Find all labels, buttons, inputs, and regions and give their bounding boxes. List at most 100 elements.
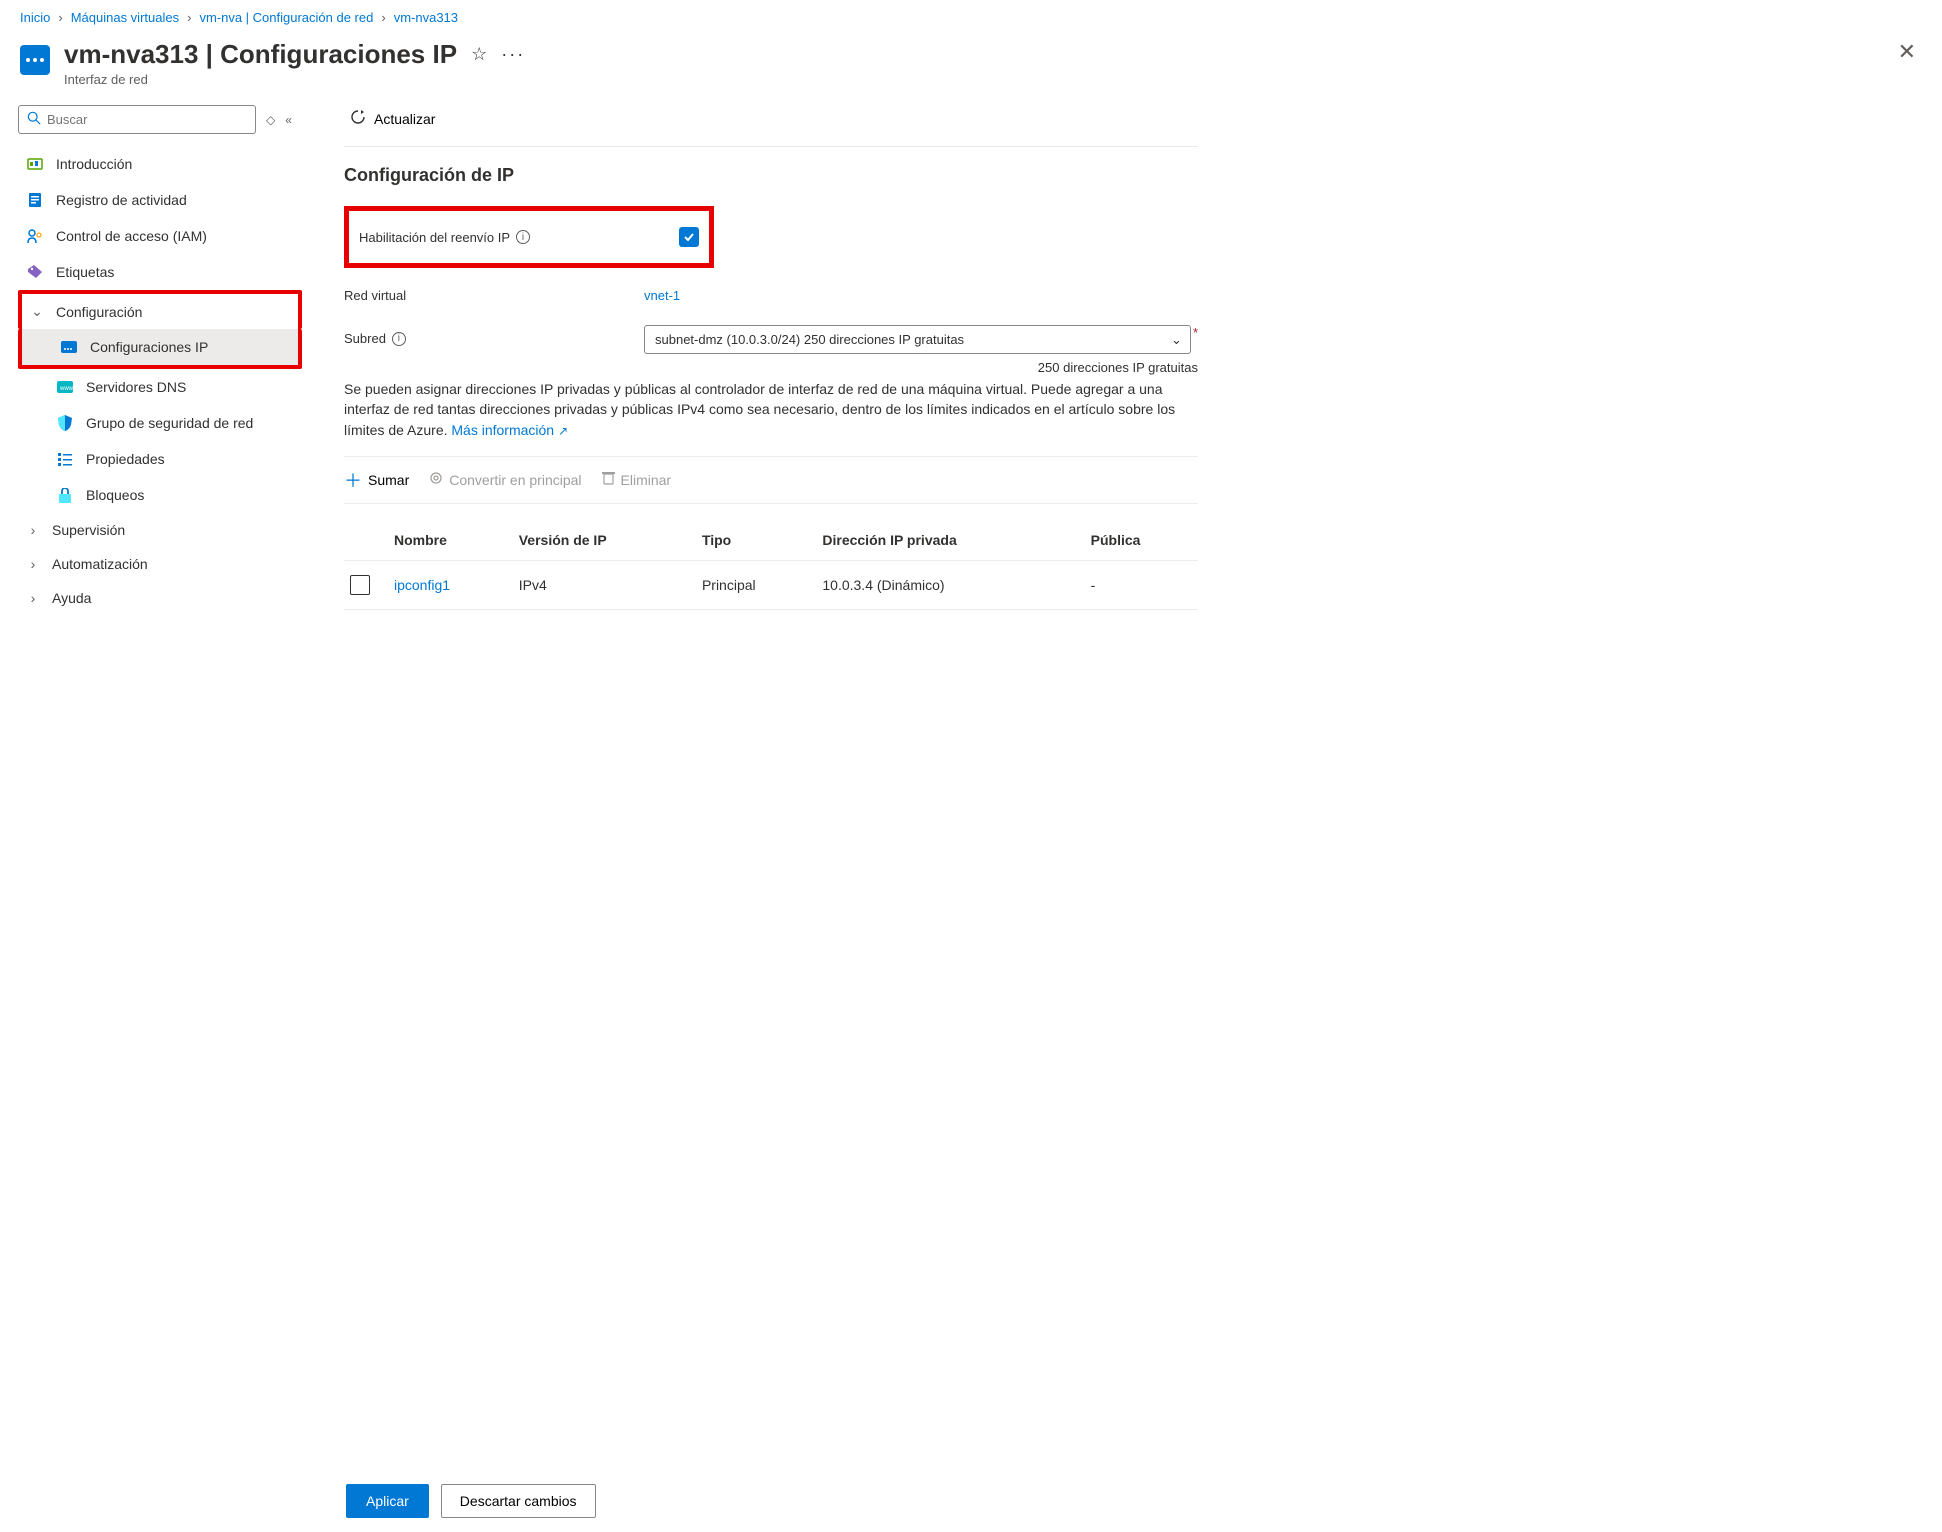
external-link-icon: ↗	[558, 424, 568, 438]
sidebar-item-label: Control de acceso (IAM)	[56, 228, 207, 244]
main-content: Actualizar Configuración de IP Habilitac…	[310, 105, 1210, 630]
collapse-icon[interactable]: «	[285, 113, 292, 127]
chevron-down-icon: ⌄	[30, 303, 44, 320]
discard-button[interactable]: Descartar cambios	[441, 1484, 596, 1518]
chevron-right-icon: ›	[26, 590, 40, 606]
sidebar-item-overview[interactable]: Introducción	[18, 146, 302, 182]
info-icon[interactable]: i	[516, 230, 530, 244]
ip-forward-checkbox[interactable]	[679, 227, 699, 247]
page-header: vm-nva313 | Configuraciones IP ☆ ··· Int…	[0, 35, 1942, 105]
expand-icon[interactable]: ◇	[266, 113, 275, 127]
breadcrumb-item[interactable]: vm-nva | Configuración de red	[199, 10, 373, 25]
cell-version: IPv4	[513, 560, 696, 609]
subnet-select[interactable]: subnet-dmz (10.0.3.0/24) 250 direcciones…	[644, 325, 1191, 354]
sidebar-item-label: Automatización	[52, 556, 148, 572]
iam-icon	[26, 227, 44, 245]
chevron-right-icon: ›	[187, 10, 191, 25]
ipconfig-table: Nombre Versión de IP Tipo Dirección IP p…	[344, 520, 1198, 610]
add-button[interactable]: ＋Sumar	[344, 467, 409, 493]
gear-icon	[429, 471, 443, 488]
col-version: Versión de IP	[513, 520, 696, 561]
footer-actions: Aplicar Descartar cambios	[346, 1484, 596, 1518]
tag-icon	[26, 263, 44, 281]
subnet-row: Subred i subnet-dmz (10.0.3.0/24) 250 di…	[344, 325, 1198, 375]
cell-type: Principal	[696, 560, 816, 609]
chevron-down-icon: ⌄	[1171, 332, 1182, 348]
page-subtitle: Interfaz de red	[64, 72, 1878, 87]
page-title: vm-nva313 | Configuraciones IP	[64, 39, 457, 70]
vnet-link[interactable]: vnet-1	[644, 288, 680, 303]
content-toolbar: Actualizar	[344, 105, 1198, 147]
log-icon	[26, 191, 44, 209]
ip-forwarding-row: Habilitación del reenvío IP i	[344, 206, 714, 268]
description-text: Se pueden asignar direcciones IP privada…	[344, 379, 1198, 440]
apply-button[interactable]: Aplicar	[346, 1484, 429, 1518]
sidebar-item-label: Propiedades	[86, 451, 165, 467]
table-actions: ＋Sumar Convertir en principal Eliminar	[344, 456, 1198, 504]
subnet-label: Subred	[344, 331, 386, 346]
ipconfig-link[interactable]: ipconfig1	[394, 577, 450, 593]
refresh-button[interactable]: Actualizar	[344, 105, 441, 132]
subnet-value: subnet-dmz (10.0.3.0/24) 250 direcciones…	[655, 332, 964, 347]
breadcrumb-item[interactable]: Inicio	[20, 10, 50, 25]
nic-small-icon	[60, 338, 78, 356]
sidebar-item-label: Servidores DNS	[86, 379, 186, 395]
svg-text:www: www	[59, 386, 73, 392]
breadcrumb-item[interactable]: vm-nva313	[394, 10, 458, 25]
col-type: Tipo	[696, 520, 816, 561]
info-icon[interactable]: i	[392, 332, 406, 346]
make-primary-button: Convertir en principal	[429, 471, 581, 488]
sidebar-item-tags[interactable]: Etiquetas	[18, 254, 302, 290]
sidebar-item-label: Bloqueos	[86, 487, 144, 503]
search-icon	[27, 111, 41, 128]
chevron-right-icon: ›	[26, 522, 40, 538]
sidebar-item-dns[interactable]: www Servidores DNS	[18, 369, 302, 405]
search-input[interactable]	[47, 112, 247, 127]
plus-icon: ＋	[344, 467, 362, 493]
sidebar-item-automation[interactable]: › Automatización	[18, 547, 302, 581]
sidebar-item-nsg[interactable]: Grupo de seguridad de red	[18, 405, 302, 441]
sidebar-item-label: Configuración	[56, 304, 142, 320]
refresh-label: Actualizar	[374, 111, 435, 127]
col-private: Dirección IP privada	[816, 520, 1084, 561]
search-box[interactable]	[18, 105, 256, 134]
cell-public: -	[1085, 560, 1198, 609]
sidebar-item-label: Registro de actividad	[56, 192, 187, 208]
chevron-right-icon: ›	[26, 556, 40, 572]
shield-icon	[56, 414, 74, 432]
sidebar-item-properties[interactable]: Propiedades	[18, 441, 302, 477]
sidebar-item-label: Introducción	[56, 156, 132, 172]
breadcrumb: Inicio › Máquinas virtuales › vm-nva | C…	[0, 0, 1942, 35]
sidebar-item-iam[interactable]: Control de acceso (IAM)	[18, 218, 302, 254]
learn-more-link[interactable]: Más información↗	[451, 422, 568, 438]
favorite-icon[interactable]: ☆	[471, 44, 487, 65]
sidebar: ◇ « Introducción Registro de actividad C…	[0, 105, 310, 630]
sidebar-item-locks[interactable]: Bloqueos	[18, 477, 302, 513]
col-public: Pública	[1085, 520, 1198, 561]
required-indicator: *	[1193, 325, 1198, 340]
trash-icon	[602, 471, 615, 488]
overview-icon	[26, 155, 44, 173]
chevron-right-icon: ›	[381, 10, 385, 25]
sidebar-item-label: Supervisión	[52, 522, 125, 538]
sidebar-item-monitoring[interactable]: › Supervisión	[18, 513, 302, 547]
table-row[interactable]: ipconfig1 IPv4 Principal 10.0.3.4 (Dinám…	[344, 560, 1198, 609]
properties-icon	[56, 450, 74, 468]
lock-icon	[56, 486, 74, 504]
nic-icon	[20, 45, 50, 75]
sidebar-item-help[interactable]: ›Ayuda	[18, 581, 302, 615]
close-icon[interactable]: ✕	[1892, 39, 1922, 65]
refresh-icon	[350, 109, 366, 128]
subnet-helper: 250 direcciones IP gratuitas	[644, 360, 1198, 375]
breadcrumb-item[interactable]: Máquinas virtuales	[71, 10, 179, 25]
sidebar-item-configuration[interactable]: ⌄ Configuración	[18, 290, 302, 329]
sidebar-item-activity-log[interactable]: Registro de actividad	[18, 182, 302, 218]
vnet-label: Red virtual	[344, 288, 406, 303]
col-name: Nombre	[388, 520, 513, 561]
sidebar-item-label: Grupo de seguridad de red	[86, 415, 253, 431]
vnet-row: Red virtual vnet-1	[344, 288, 1198, 303]
row-checkbox[interactable]	[350, 575, 370, 595]
more-icon[interactable]: ···	[501, 44, 525, 65]
sidebar-item-ipconfigs[interactable]: Configuraciones IP	[18, 329, 302, 369]
ip-forward-label: Habilitación del reenvío IP	[359, 230, 510, 245]
